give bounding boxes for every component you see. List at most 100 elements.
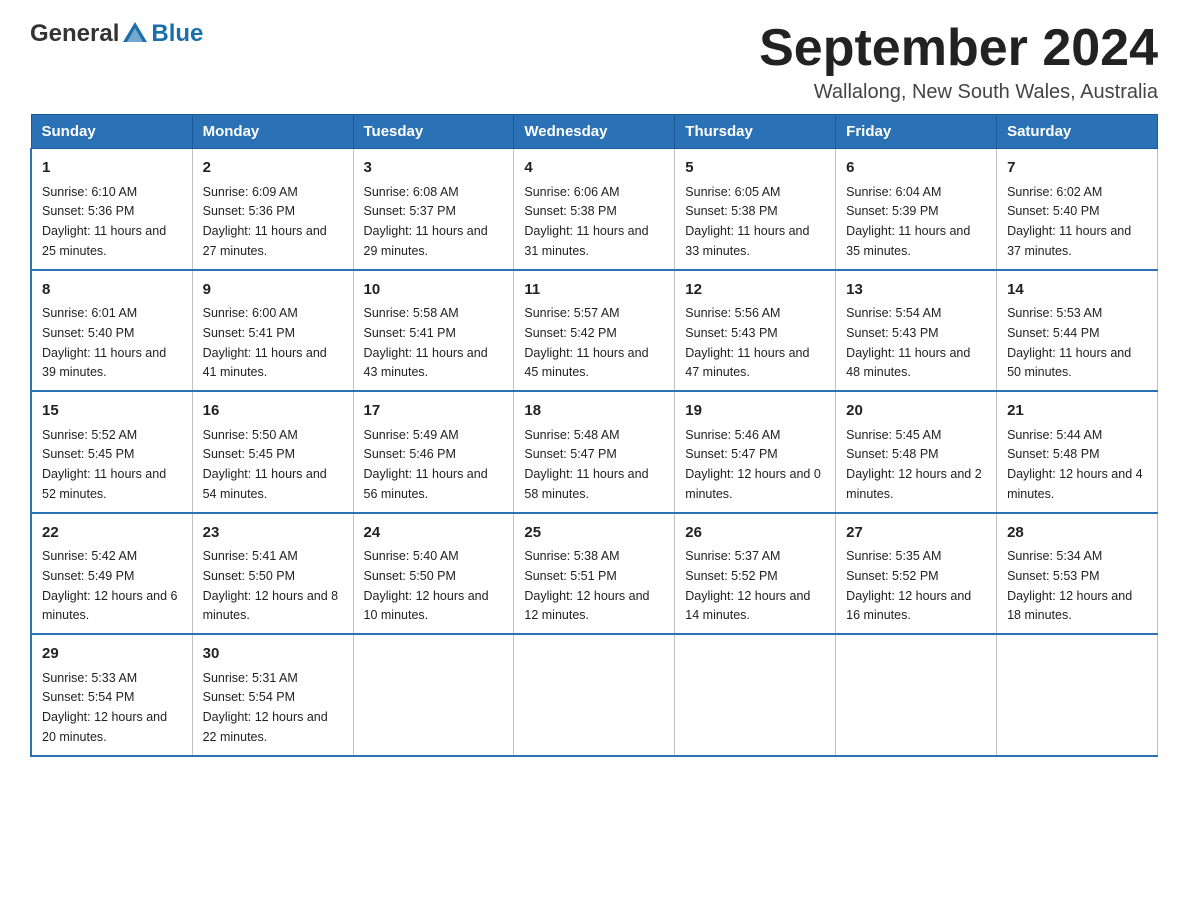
calendar-cell: 11 Sunrise: 5:57 AMSunset: 5:42 PMDaylig… xyxy=(514,270,675,392)
calendar-week-2: 8 Sunrise: 6:01 AMSunset: 5:40 PMDayligh… xyxy=(31,270,1158,392)
day-info: Sunrise: 6:06 AMSunset: 5:38 PMDaylight:… xyxy=(524,185,648,258)
calendar-cell: 14 Sunrise: 5:53 AMSunset: 5:44 PMDaylig… xyxy=(997,270,1158,392)
calendar-cell: 8 Sunrise: 6:01 AMSunset: 5:40 PMDayligh… xyxy=(31,270,192,392)
calendar-cell: 25 Sunrise: 5:38 AMSunset: 5:51 PMDaylig… xyxy=(514,513,675,635)
calendar-cell xyxy=(836,634,997,756)
day-number: 11 xyxy=(524,279,664,302)
day-info: Sunrise: 5:56 AMSunset: 5:43 PMDaylight:… xyxy=(685,306,809,379)
calendar-cell: 9 Sunrise: 6:00 AMSunset: 5:41 PMDayligh… xyxy=(192,270,353,392)
calendar-cell: 3 Sunrise: 6:08 AMSunset: 5:37 PMDayligh… xyxy=(353,149,514,270)
day-number: 15 xyxy=(42,400,182,423)
day-info: Sunrise: 5:44 AMSunset: 5:48 PMDaylight:… xyxy=(1007,428,1143,501)
calendar-cell: 19 Sunrise: 5:46 AMSunset: 5:47 PMDaylig… xyxy=(675,391,836,513)
logo: General Blue xyxy=(30,20,203,48)
calendar-cell xyxy=(997,634,1158,756)
calendar-cell xyxy=(353,634,514,756)
day-info: Sunrise: 6:05 AMSunset: 5:38 PMDaylight:… xyxy=(685,185,809,258)
location-subtitle: Wallalong, New South Wales, Australia xyxy=(759,81,1158,104)
calendar-cell: 15 Sunrise: 5:52 AMSunset: 5:45 PMDaylig… xyxy=(31,391,192,513)
day-info: Sunrise: 5:41 AMSunset: 5:50 PMDaylight:… xyxy=(203,549,339,622)
day-info: Sunrise: 5:45 AMSunset: 5:48 PMDaylight:… xyxy=(846,428,982,501)
day-info: Sunrise: 6:08 AMSunset: 5:37 PMDaylight:… xyxy=(364,185,488,258)
day-number: 24 xyxy=(364,522,504,545)
calendar-cell: 6 Sunrise: 6:04 AMSunset: 5:39 PMDayligh… xyxy=(836,149,997,270)
day-number: 13 xyxy=(846,279,986,302)
day-info: Sunrise: 5:50 AMSunset: 5:45 PMDaylight:… xyxy=(203,428,327,501)
day-number: 8 xyxy=(42,279,182,302)
calendar-cell: 23 Sunrise: 5:41 AMSunset: 5:50 PMDaylig… xyxy=(192,513,353,635)
day-info: Sunrise: 5:34 AMSunset: 5:53 PMDaylight:… xyxy=(1007,549,1132,622)
day-number: 20 xyxy=(846,400,986,423)
day-number: 5 xyxy=(685,157,825,180)
day-number: 26 xyxy=(685,522,825,545)
calendar-cell: 16 Sunrise: 5:50 AMSunset: 5:45 PMDaylig… xyxy=(192,391,353,513)
day-number: 21 xyxy=(1007,400,1147,423)
calendar-cell: 30 Sunrise: 5:31 AMSunset: 5:54 PMDaylig… xyxy=(192,634,353,756)
title-area: September 2024 Wallalong, New South Wale… xyxy=(759,20,1158,104)
calendar-cell: 12 Sunrise: 5:56 AMSunset: 5:43 PMDaylig… xyxy=(675,270,836,392)
day-number: 6 xyxy=(846,157,986,180)
calendar-header-row: SundayMondayTuesdayWednesdayThursdayFrid… xyxy=(31,115,1158,149)
calendar-week-1: 1 Sunrise: 6:10 AMSunset: 5:36 PMDayligh… xyxy=(31,149,1158,270)
day-number: 30 xyxy=(203,643,343,666)
header-friday: Friday xyxy=(836,115,997,149)
calendar-cell: 17 Sunrise: 5:49 AMSunset: 5:46 PMDaylig… xyxy=(353,391,514,513)
day-info: Sunrise: 5:57 AMSunset: 5:42 PMDaylight:… xyxy=(524,306,648,379)
day-info: Sunrise: 6:09 AMSunset: 5:36 PMDaylight:… xyxy=(203,185,327,258)
day-info: Sunrise: 5:49 AMSunset: 5:46 PMDaylight:… xyxy=(364,428,488,501)
header-saturday: Saturday xyxy=(997,115,1158,149)
day-number: 25 xyxy=(524,522,664,545)
day-info: Sunrise: 5:38 AMSunset: 5:51 PMDaylight:… xyxy=(524,549,649,622)
calendar-cell xyxy=(675,634,836,756)
day-number: 23 xyxy=(203,522,343,545)
day-info: Sunrise: 5:48 AMSunset: 5:47 PMDaylight:… xyxy=(524,428,648,501)
day-number: 10 xyxy=(364,279,504,302)
day-number: 16 xyxy=(203,400,343,423)
header-thursday: Thursday xyxy=(675,115,836,149)
calendar-week-5: 29 Sunrise: 5:33 AMSunset: 5:54 PMDaylig… xyxy=(31,634,1158,756)
calendar-cell: 10 Sunrise: 5:58 AMSunset: 5:41 PMDaylig… xyxy=(353,270,514,392)
logo-general-text: General xyxy=(30,20,119,48)
logo-blue-text: Blue xyxy=(151,20,203,48)
calendar-cell xyxy=(514,634,675,756)
calendar-cell: 2 Sunrise: 6:09 AMSunset: 5:36 PMDayligh… xyxy=(192,149,353,270)
header-tuesday: Tuesday xyxy=(353,115,514,149)
header-wednesday: Wednesday xyxy=(514,115,675,149)
day-info: Sunrise: 6:10 AMSunset: 5:36 PMDaylight:… xyxy=(42,185,166,258)
day-number: 7 xyxy=(1007,157,1147,180)
day-info: Sunrise: 6:01 AMSunset: 5:40 PMDaylight:… xyxy=(42,306,166,379)
day-info: Sunrise: 5:42 AMSunset: 5:49 PMDaylight:… xyxy=(42,549,178,622)
day-number: 14 xyxy=(1007,279,1147,302)
calendar-cell: 20 Sunrise: 5:45 AMSunset: 5:48 PMDaylig… xyxy=(836,391,997,513)
day-info: Sunrise: 5:33 AMSunset: 5:54 PMDaylight:… xyxy=(42,671,167,744)
day-number: 27 xyxy=(846,522,986,545)
day-number: 22 xyxy=(42,522,182,545)
day-info: Sunrise: 5:46 AMSunset: 5:47 PMDaylight:… xyxy=(685,428,821,501)
calendar-cell: 13 Sunrise: 5:54 AMSunset: 5:43 PMDaylig… xyxy=(836,270,997,392)
day-number: 29 xyxy=(42,643,182,666)
day-info: Sunrise: 6:04 AMSunset: 5:39 PMDaylight:… xyxy=(846,185,970,258)
header-monday: Monday xyxy=(192,115,353,149)
day-number: 17 xyxy=(364,400,504,423)
day-number: 1 xyxy=(42,157,182,180)
day-number: 3 xyxy=(364,157,504,180)
calendar-cell: 27 Sunrise: 5:35 AMSunset: 5:52 PMDaylig… xyxy=(836,513,997,635)
day-number: 9 xyxy=(203,279,343,302)
calendar-cell: 21 Sunrise: 5:44 AMSunset: 5:48 PMDaylig… xyxy=(997,391,1158,513)
calendar-cell: 29 Sunrise: 5:33 AMSunset: 5:54 PMDaylig… xyxy=(31,634,192,756)
day-info: Sunrise: 5:35 AMSunset: 5:52 PMDaylight:… xyxy=(846,549,971,622)
day-info: Sunrise: 5:58 AMSunset: 5:41 PMDaylight:… xyxy=(364,306,488,379)
calendar-cell: 18 Sunrise: 5:48 AMSunset: 5:47 PMDaylig… xyxy=(514,391,675,513)
day-number: 19 xyxy=(685,400,825,423)
calendar-cell: 4 Sunrise: 6:06 AMSunset: 5:38 PMDayligh… xyxy=(514,149,675,270)
day-info: Sunrise: 5:40 AMSunset: 5:50 PMDaylight:… xyxy=(364,549,489,622)
page-header: General Blue September 2024 Wallalong, N… xyxy=(30,20,1158,104)
day-info: Sunrise: 5:54 AMSunset: 5:43 PMDaylight:… xyxy=(846,306,970,379)
day-number: 2 xyxy=(203,157,343,180)
day-info: Sunrise: 5:53 AMSunset: 5:44 PMDaylight:… xyxy=(1007,306,1131,379)
day-number: 4 xyxy=(524,157,664,180)
calendar-cell: 26 Sunrise: 5:37 AMSunset: 5:52 PMDaylig… xyxy=(675,513,836,635)
calendar-cell: 28 Sunrise: 5:34 AMSunset: 5:53 PMDaylig… xyxy=(997,513,1158,635)
calendar-cell: 22 Sunrise: 5:42 AMSunset: 5:49 PMDaylig… xyxy=(31,513,192,635)
header-sunday: Sunday xyxy=(31,115,192,149)
